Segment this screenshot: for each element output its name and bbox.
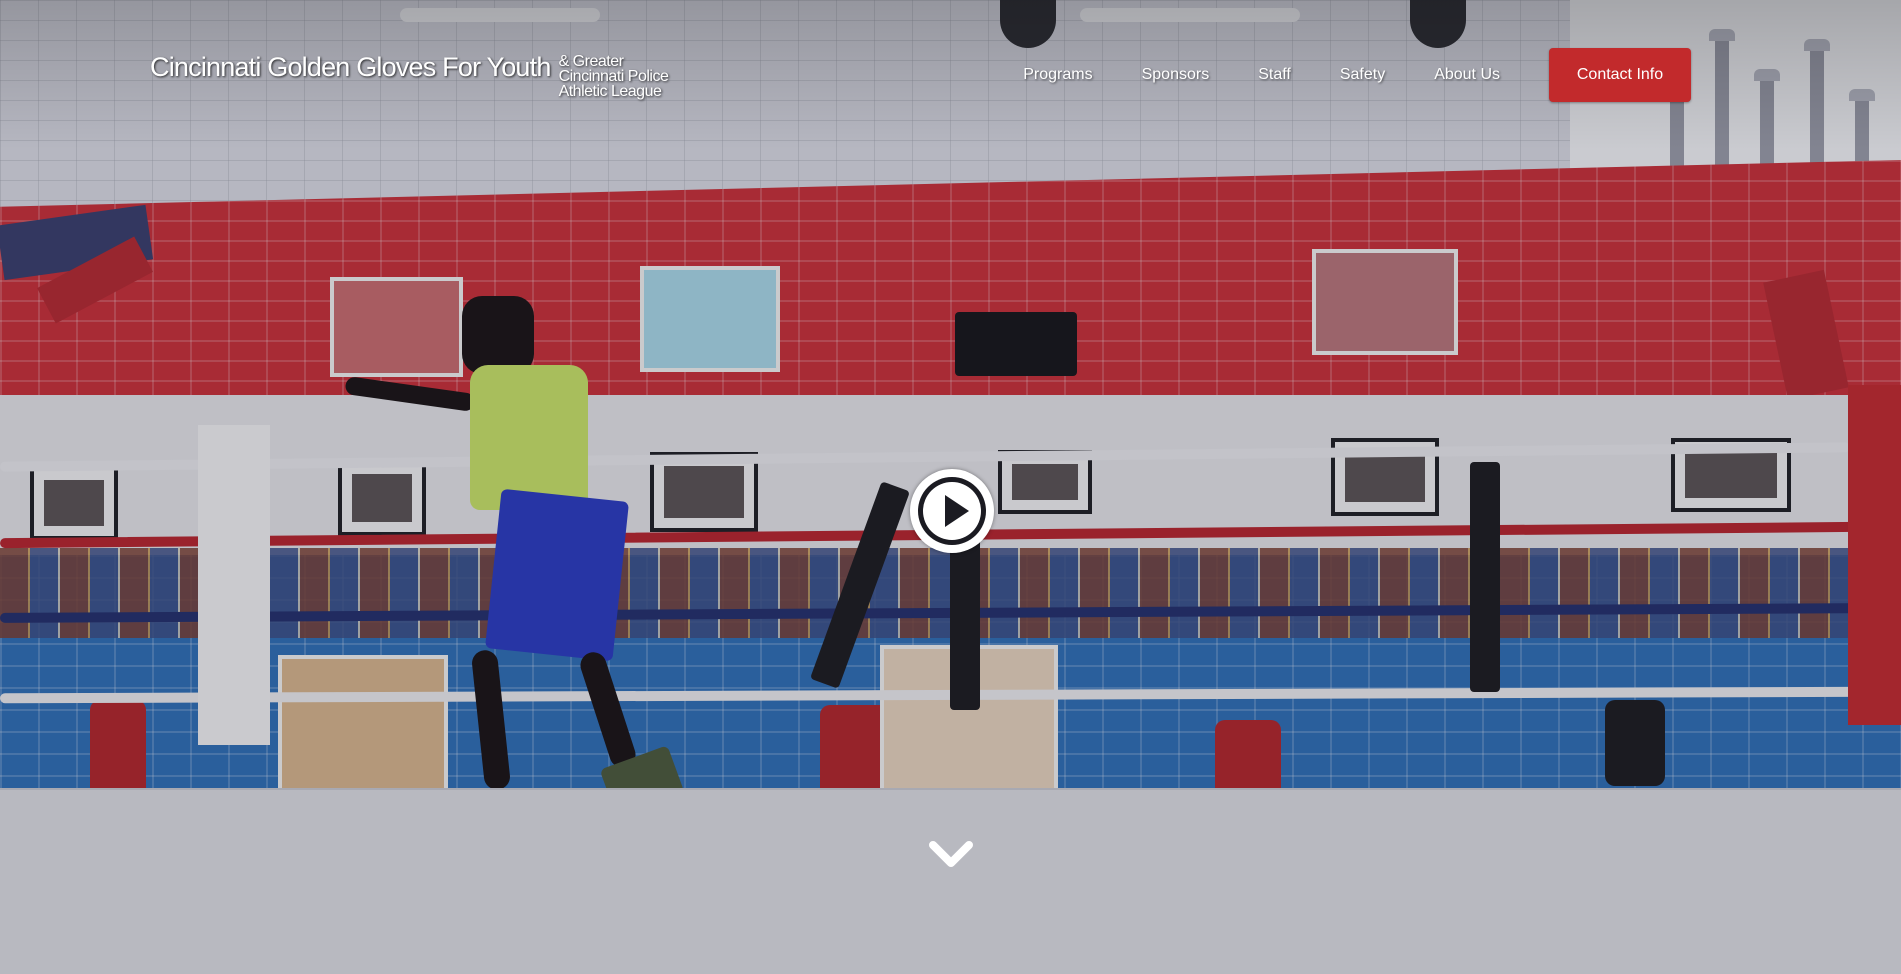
nav-programs[interactable]: Programs [1023,66,1092,84]
main-navigation: Programs Sponsors Staff Safety About Us … [1023,48,1691,102]
brand-title: Cincinnati Golden Gloves For Youth [150,52,551,82]
play-video-button[interactable] [910,469,994,553]
nav-safety[interactable]: Safety [1340,66,1385,84]
nav-staff[interactable]: Staff [1258,66,1291,84]
play-icon [945,495,969,527]
brand-subtitle: & Greater Cincinnati Police Athletic Lea… [558,53,669,100]
site-header: Cincinnati Golden Gloves For Youth & Gre… [0,0,1901,150]
contact-info-button[interactable]: Contact Info [1549,48,1691,102]
nav-sponsors[interactable]: Sponsors [1142,66,1210,84]
chevron-down-icon [929,841,973,867]
site-logo[interactable]: Cincinnati Golden Gloves For Youth & Gre… [150,52,689,100]
nav-about-us[interactable]: About Us [1434,66,1500,84]
scroll-down-button[interactable] [928,838,974,872]
